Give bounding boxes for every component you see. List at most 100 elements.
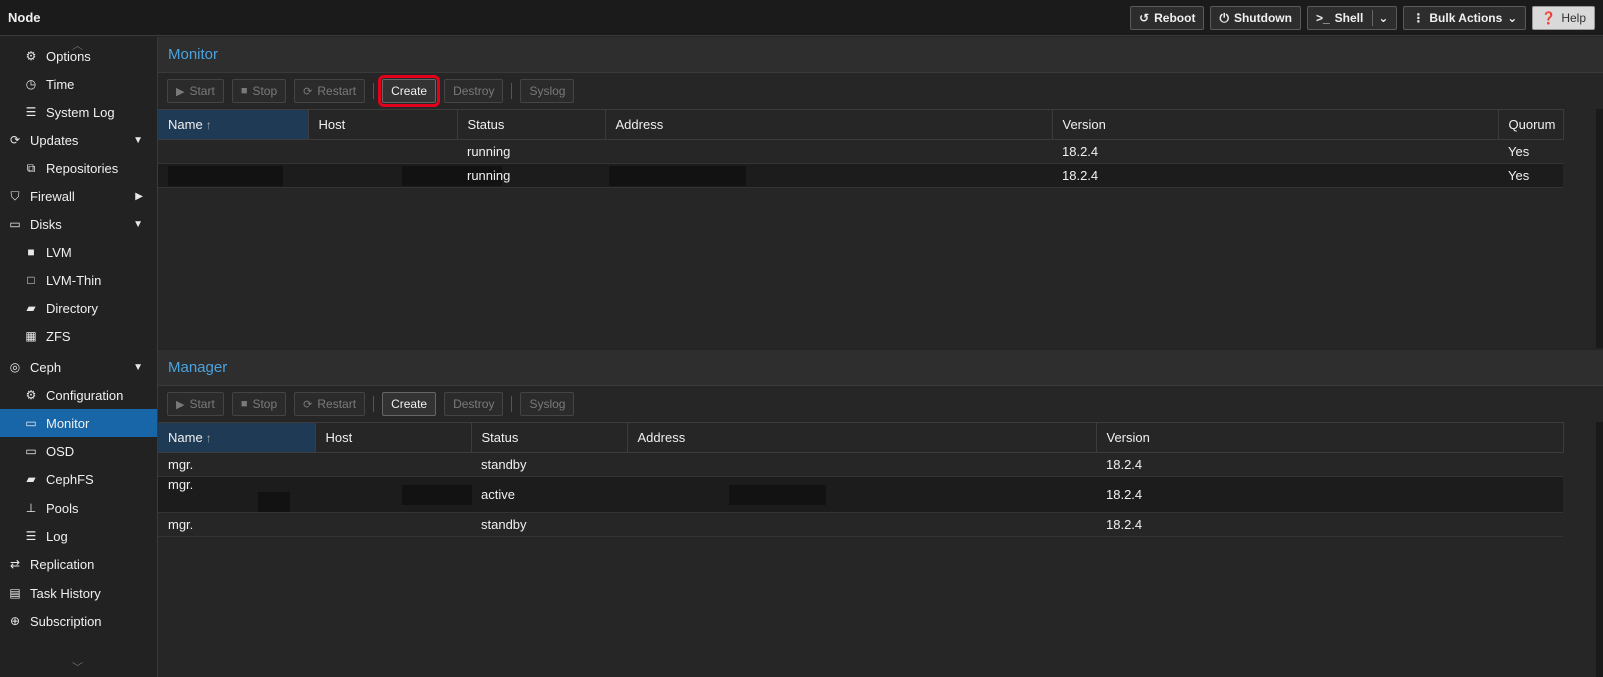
monitor-destroy-button[interactable]: Destroy	[444, 79, 504, 103]
sidebar-item-subscription[interactable]: ⊕ Subscription	[0, 607, 157, 635]
chevron-down-icon[interactable]: ⌄	[1378, 11, 1388, 25]
column-header-version[interactable]: Version	[1052, 109, 1499, 140]
manager-create-button[interactable]: Create	[382, 392, 437, 416]
sidebar-item-lvm[interactable]: ■ LVM	[0, 238, 157, 266]
cell-address	[627, 476, 1096, 513]
stop-label: Stop	[252, 397, 278, 411]
sidebar-item-label: ZFS	[46, 328, 71, 344]
cell-address	[605, 163, 1052, 188]
create-label: Create	[391, 84, 428, 98]
bulk-actions-button[interactable]: ⋮ Bulk Actions ⌄	[1403, 6, 1527, 30]
reboot-button[interactable]: ↺ Reboot	[1130, 6, 1205, 30]
monitor-stop-button[interactable]: ■ Stop	[231, 79, 287, 103]
square-outline-icon: □	[27, 273, 35, 287]
sidebar-item-label: LVM-Thin	[46, 272, 102, 288]
sidebar-item-task-history[interactable]: ▤ Task History	[0, 579, 157, 607]
monitor-create-button[interactable]: Create	[378, 75, 441, 107]
monitor-restart-button[interactable]: ⟳ Restart	[294, 79, 366, 103]
sidebar-item-label: Options	[46, 48, 91, 64]
table-row[interactable]: running 18.2.4 Yes	[158, 163, 1563, 188]
grid-icon: ▦	[25, 329, 37, 343]
ceph-icon: ◎	[9, 360, 21, 374]
toolbar-separator	[511, 396, 513, 412]
sidebar-item-ceph[interactable]: ◎ Ceph ▼	[0, 353, 157, 381]
shell-label: Shell	[1334, 11, 1364, 25]
manager-start-button[interactable]: ▶ Start	[167, 392, 224, 416]
refresh-icon: ⟳	[9, 133, 21, 147]
cell-name: mgr.	[158, 512, 315, 537]
column-header-address[interactable]: Address	[627, 422, 1097, 453]
caret-down-icon[interactable]: ▼	[133, 362, 143, 373]
sidebar-item-pools[interactable]: ⊥ Pools	[0, 494, 157, 522]
scroll-down-icon[interactable]: ﹀	[72, 659, 83, 675]
drive-icon: ▭	[25, 444, 37, 458]
sidebar-item-osd[interactable]: ▭ OSD	[0, 437, 157, 465]
redacted-block	[168, 165, 283, 186]
redacted-block	[609, 165, 746, 186]
sidebar-item-time[interactable]: ◷ Time	[0, 70, 157, 98]
caret-down-icon[interactable]: ▼	[133, 219, 143, 230]
sidebar-item-label: Repositories	[46, 160, 119, 176]
sidebar-item-configuration[interactable]: ⚙ Configuration	[0, 381, 157, 409]
redacted-block	[402, 484, 472, 505]
table-row[interactable]: running 18.2.4 Yes	[158, 139, 1563, 164]
manager-destroy-button[interactable]: Destroy	[444, 392, 504, 416]
sidebar-item-firewall[interactable]: ⛉ Firewall ▶	[0, 182, 157, 210]
help-button[interactable]: ❓ Help	[1532, 6, 1595, 30]
column-header-status[interactable]: Status	[471, 422, 628, 453]
folder-icon: ▰	[26, 472, 36, 486]
table-row[interactable]: mgr. standby 18.2.4	[158, 512, 1563, 537]
sidebar-item-lvm-thin[interactable]: □ LVM-Thin	[0, 266, 157, 294]
column-header-host[interactable]: Host	[308, 109, 458, 140]
manager-syslog-button[interactable]: Syslog	[520, 392, 575, 416]
sidebar-item-log[interactable]: ☰ Log	[0, 522, 157, 550]
manager-scrollbar[interactable]	[1596, 422, 1603, 677]
sidebar-item-directory[interactable]: ▰ Directory	[0, 294, 157, 322]
caret-down-icon[interactable]: ▼	[133, 135, 143, 146]
caret-right-icon[interactable]: ▶	[135, 191, 143, 202]
sidebar-item-label: OSD	[46, 443, 75, 459]
sidebar-item-zfs[interactable]: ▦ ZFS	[0, 322, 157, 350]
manager-restart-button[interactable]: ⟳ Restart	[294, 392, 366, 416]
monitor-start-button[interactable]: ▶ Start	[167, 79, 224, 103]
table-row[interactable]: mgr. active 18.2.4	[158, 476, 1563, 513]
table-row[interactable]: mgr. standby 18.2.4	[158, 452, 1563, 477]
sidebar-item-label: Log	[46, 528, 68, 544]
monitor-syslog-button[interactable]: Syslog	[520, 79, 575, 103]
sidebar-item-label: CephFS	[46, 471, 94, 487]
sidebar-item-monitor[interactable]: ▭ Monitor	[0, 409, 157, 437]
sidebar-item-system-log[interactable]: ☰ System Log	[0, 98, 157, 126]
sidebar-item-label: Task History	[30, 585, 101, 601]
sidebar-item-repositories[interactable]: ⧉ Repositories	[0, 154, 157, 182]
create-label: Create	[391, 397, 428, 411]
cell-status: running	[457, 139, 605, 164]
monitor-scrollbar[interactable]	[1596, 109, 1603, 348]
table-header-row: Name ↑ Host Status Address Version	[158, 422, 1564, 453]
toolbar-separator	[373, 83, 375, 99]
column-header-status[interactable]: Status	[457, 109, 606, 140]
sidebar-item-replication[interactable]: ⇄ Replication	[0, 550, 157, 578]
gear-icon: ⚙	[25, 388, 37, 402]
sidebar-item-cephfs[interactable]: ▰ CephFS	[0, 465, 157, 493]
cell-version: 18.2.4	[1052, 139, 1498, 164]
cell-status: active	[471, 476, 627, 513]
reboot-label: Reboot	[1154, 11, 1196, 25]
column-header-name[interactable]: Name ↑	[158, 422, 316, 453]
restart-label: Restart	[317, 84, 357, 98]
shell-button[interactable]: >_ Shell ⌄	[1306, 6, 1398, 30]
column-header-address[interactable]: Address	[605, 109, 1053, 140]
column-header-name[interactable]: Name ↑	[158, 109, 309, 140]
column-header-host[interactable]: Host	[315, 422, 472, 453]
cell-address	[627, 452, 1096, 477]
sidebar-item-disks[interactable]: ▭ Disks ▼	[0, 210, 157, 238]
shutdown-button[interactable]: ⏻ Shutdown	[1210, 6, 1301, 30]
undo-icon: ↺	[1139, 11, 1150, 25]
manager-stop-button[interactable]: ■ Stop	[231, 392, 287, 416]
cell-quorum: Yes	[1498, 163, 1563, 188]
destroy-label: Destroy	[453, 84, 495, 98]
column-header-quorum[interactable]: Quorum	[1498, 109, 1564, 140]
column-header-version[interactable]: Version	[1096, 422, 1564, 453]
sidebar-item-options[interactable]: ⚙ Options	[0, 42, 157, 70]
shutdown-label: Shutdown	[1233, 11, 1292, 25]
sidebar-item-updates[interactable]: ⟳ Updates ▼	[0, 126, 157, 154]
